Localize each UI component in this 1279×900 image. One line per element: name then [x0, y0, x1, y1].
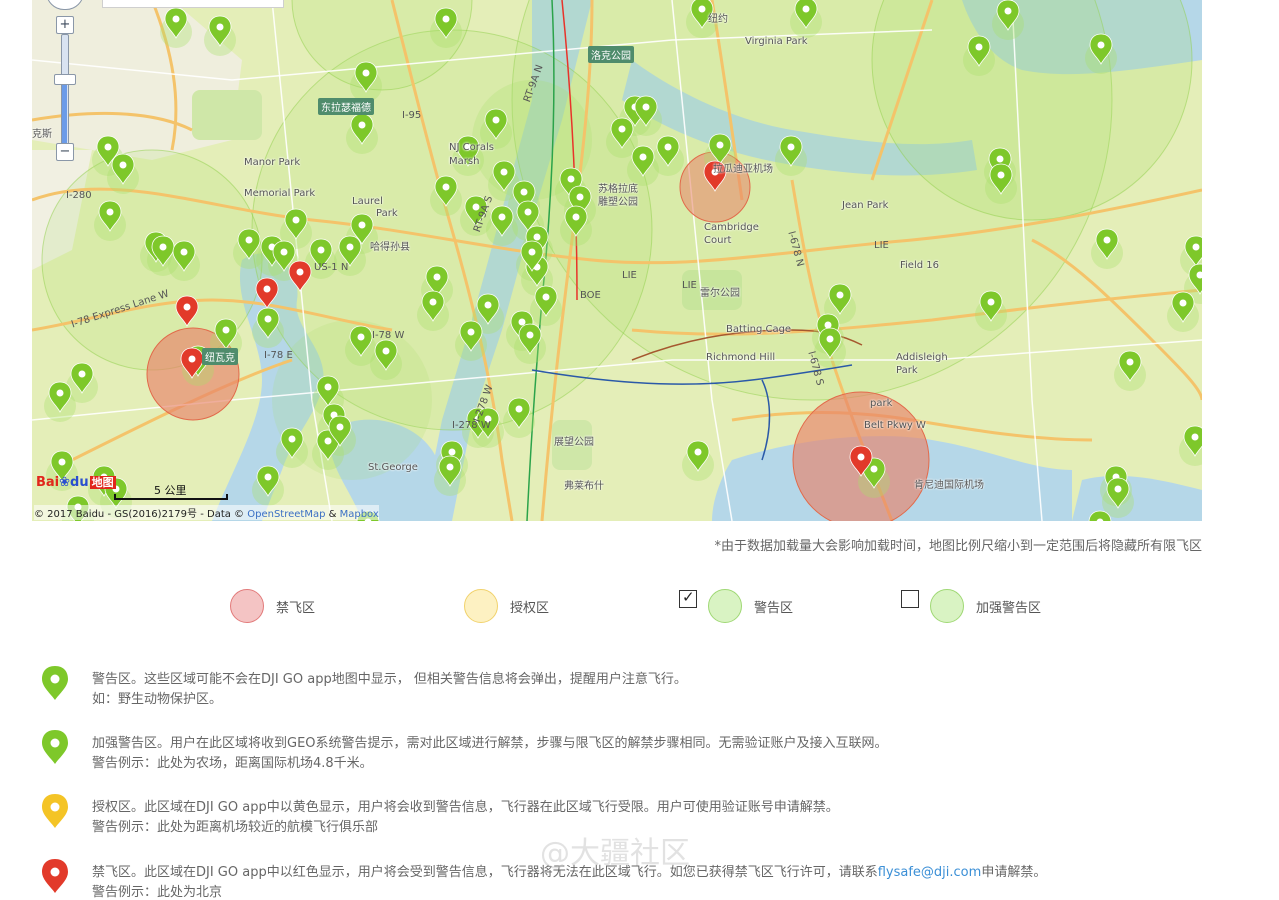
baidu-logo-text-c: 地图 — [89, 476, 116, 489]
description-example: 警告例示：此处为距离机场较近的航模飞行俱乐部 — [92, 820, 379, 835]
baidu-logo-text-a: Bai — [36, 475, 60, 490]
map-label: Cambridge — [704, 222, 759, 233]
map-label: BOE — [580, 290, 601, 301]
map-label: 弗莱布什 — [564, 481, 604, 492]
warning-pin-icon — [40, 664, 70, 704]
legend-item: 授权区 — [404, 587, 604, 625]
description-text: 禁飞区。此区域在DJI GO app中以红色显示，用户将会受到警告信息，飞行器将… — [92, 865, 878, 880]
zoom-in-button[interactable]: + — [56, 16, 74, 34]
map-canvas[interactable] — [32, 0, 1202, 521]
legend-item: 禁飞区 — [170, 587, 370, 625]
map-search-box[interactable] — [102, 0, 284, 8]
map-note: *由于数据加载量大会影响加载时间，地图比例尺缩小到一定范围后将隐藏所有限飞区 — [714, 539, 1202, 554]
map-label: 展望公园 — [554, 437, 594, 448]
legend-checkbox[interactable] — [901, 590, 919, 608]
legend-label: 禁飞区 — [276, 601, 316, 616]
legend-label: 警告区 — [754, 601, 794, 616]
map-copyright: © 2017 Baidu - GS(2016)2179号 - Data © Op… — [34, 505, 379, 520]
map-label: I-280 — [66, 190, 92, 201]
map-label: 雷尔公园 — [700, 288, 740, 299]
watermark: @大疆社区 — [540, 836, 690, 871]
map-label: 哈得孙县 — [370, 242, 410, 253]
map-label: Park — [896, 365, 918, 376]
map-label: Memorial Park — [244, 188, 316, 199]
description-example: 警告例示：此处为农场，距离国际机场4.8千米。 — [92, 756, 373, 771]
description-text: 申请解禁。 — [981, 865, 1047, 880]
map-label: 纽瓦克 — [202, 348, 238, 365]
description-line: 加强警告区。用户在此区域将收到GEO系统警告提示，需对此区域进行解禁，步骤与限飞… — [92, 736, 888, 751]
map-park — [192, 90, 262, 140]
zoom-slider-fill — [62, 82, 67, 144]
map-label: park — [870, 398, 893, 409]
description-line: 警告区。这些区域可能不会在DJI GO app地图中显示， 但相关警告信息将会弹… — [92, 672, 687, 687]
copyright-text: © 2017 Baidu - GS(2016)2179号 - Data © — [34, 509, 248, 520]
map-label: Jean Park — [842, 200, 889, 211]
map-label: US-1 N — [314, 262, 349, 273]
map-label: I-78 W — [372, 330, 405, 341]
map-label: Batting Cage — [726, 324, 792, 335]
map-label: 洛克公园 — [588, 46, 634, 63]
map-label: Park — [376, 208, 398, 219]
map-label: Virginia Park — [745, 36, 808, 47]
warning-pin-icon — [40, 728, 70, 768]
legend-swatch — [930, 589, 964, 623]
description-line: 授权区。此区域在DJI GO app中以黄色显示，用户将会收到警告信息，飞行器在… — [92, 800, 839, 815]
map-label: 肯尼迪国际机场 — [914, 480, 984, 491]
legend-label: 授权区 — [510, 601, 550, 616]
nofly-pin-icon — [40, 857, 70, 897]
map-label: LIE — [874, 240, 889, 251]
map-label: LIE — [622, 270, 637, 281]
map-label: St.George — [368, 462, 418, 473]
legend-swatch — [464, 589, 498, 623]
map-label: 东拉瑟福德 — [318, 98, 374, 115]
map-label: I-95 — [402, 110, 422, 121]
map-label: I-278 W — [452, 420, 491, 431]
openstreetmap-link[interactable]: OpenStreetMap — [247, 509, 325, 520]
map-label: Laurel — [352, 196, 383, 207]
map-label: 纽约 — [708, 14, 728, 25]
map-label: Belt Pkwy W — [864, 420, 926, 431]
map-view[interactable]: 纽约洛克公园 Virginia Park 东拉瑟福德 NJ Corals Marsh Ma… — [32, 0, 1202, 521]
map-label: 克斯 — [32, 129, 52, 140]
flysafe-email-link[interactable]: flysafe@dji.com — [878, 865, 982, 880]
legend-swatch — [230, 589, 264, 623]
map-label: 拉瓜迪亚机场 — [713, 164, 773, 175]
auth-pin-icon — [40, 792, 70, 832]
legend-item: ✓ 警告区 — [648, 587, 848, 625]
mapbox-link[interactable]: Mapbox — [340, 509, 379, 520]
check-icon: ✓ — [682, 588, 695, 606]
zoom-out-button[interactable]: − — [56, 143, 74, 161]
legend-label: 加强警告区 — [976, 601, 1042, 616]
map-label: Marsh — [449, 156, 480, 167]
map-label: Addisleigh — [896, 352, 948, 363]
description-example: 如：野生动物保护区。 — [92, 692, 223, 707]
zoom-control[interactable]: + − — [46, 0, 84, 161]
map-label: 雕塑公园 — [598, 197, 638, 208]
map-label: Manor Park — [244, 157, 301, 168]
map-label: Court — [704, 235, 732, 246]
scale-bar — [114, 494, 228, 500]
baidu-logo-text-b: du — [70, 475, 89, 490]
map-label: Field 16 — [900, 260, 939, 271]
map-label: Richmond Hill — [706, 352, 776, 363]
map-label: LIE — [682, 280, 697, 291]
legend-checkbox[interactable]: ✓ — [679, 588, 697, 608]
map-label: NJ Corals — [449, 142, 494, 153]
baidu-logo[interactable]: Bai❀du 地图 — [36, 474, 116, 490]
map-label: I-78 E — [264, 350, 293, 361]
description-example: 警告例示：此处为北京 — [92, 885, 223, 900]
zoom-slider-handle[interactable] — [54, 74, 76, 85]
legend-item: 加强警告区 — [870, 587, 1070, 625]
legend-swatch — [708, 589, 742, 623]
paw-icon: ❀ — [59, 475, 71, 490]
copyright-amp: & — [325, 509, 340, 520]
